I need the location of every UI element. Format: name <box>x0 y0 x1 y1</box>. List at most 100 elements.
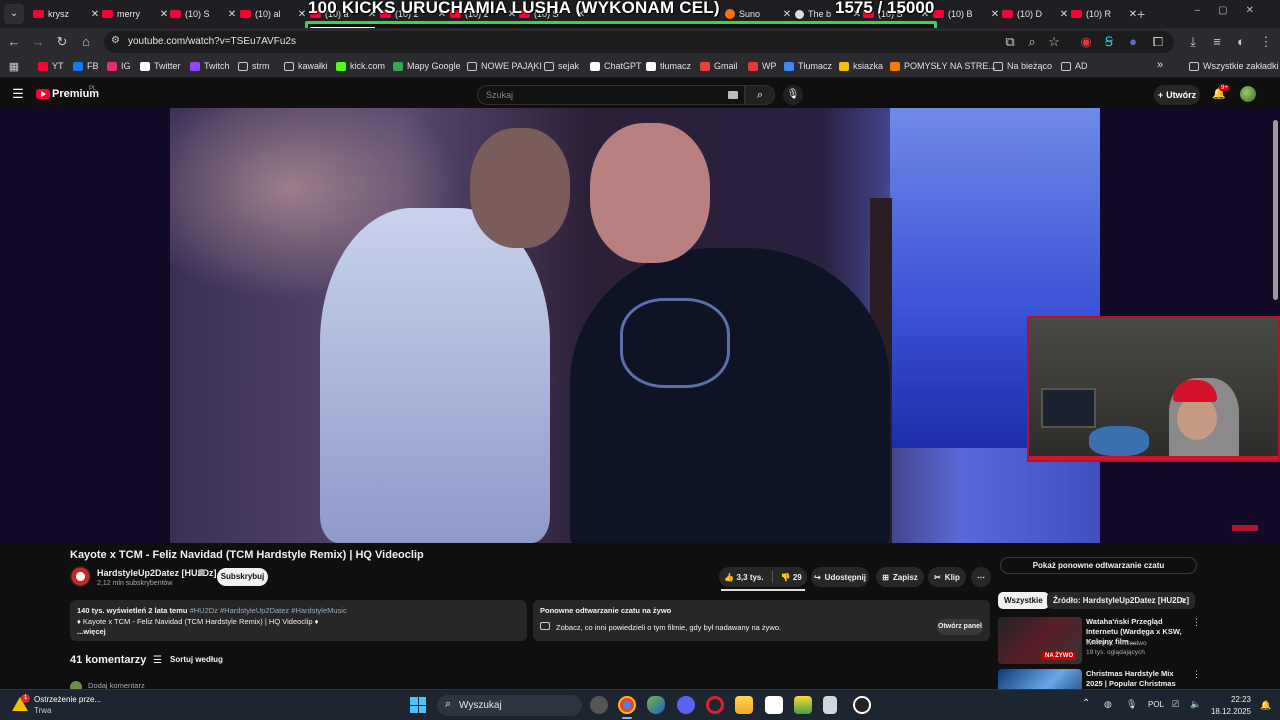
recommendation-title[interactable]: Christmas Hardstyle Mix 2025 | Popular C… <box>1086 669 1186 689</box>
recommendation-item[interactable]: Christmas Hardstyle Mix 2025 | Popular C… <box>998 669 1198 689</box>
channel-avatar[interactable] <box>70 566 91 587</box>
zoom-icon[interactable]: ⌕ <box>1024 34 1040 50</box>
back-icon[interactable]: ← <box>6 34 22 50</box>
extension-7tv-icon[interactable]: Ꞩ <box>1101 34 1117 50</box>
like-button[interactable]: 👍 3,3 tys. <box>724 573 763 582</box>
tray-overflow-icon[interactable]: ⌃ <box>1082 698 1090 709</box>
browser-tab[interactable]: merry ✕ <box>102 4 170 24</box>
show-chat-replay-button[interactable]: Pokaż ponowne odtwarzanie czatu <box>1000 557 1197 574</box>
extension-circle-icon[interactable]: ● <box>1125 34 1141 50</box>
media-player-icon[interactable] <box>853 696 871 714</box>
forward-icon[interactable]: → <box>30 34 46 50</box>
new-tab-button[interactable]: + <box>1137 6 1145 22</box>
reading-list-icon[interactable]: ≡ <box>1209 34 1225 50</box>
recommendation-item[interactable]: NA ŻYWO Wataha'ński Przegląd Internetu (… <box>998 617 1201 667</box>
bookmark-item[interactable]: NOWE PAJĄKI <box>467 61 542 71</box>
tab-search-menu-button[interactable]: ⌄ <box>4 4 24 24</box>
bookmark-item[interactable]: FB <box>73 61 99 71</box>
bookmark-item[interactable]: Na bieżąco <box>993 61 1052 71</box>
bookmark-item[interactable]: Gmail <box>700 61 738 71</box>
bookmark-item[interactable]: AD <box>1061 61 1088 71</box>
close-tab-icon[interactable]: ✕ <box>296 9 308 20</box>
bookmark-item[interactable]: Tłumacz <box>784 61 832 71</box>
sort-button[interactable]: Sortuj według <box>170 655 223 664</box>
bookmark-item[interactable]: sejak <box>544 61 579 71</box>
calculator-icon[interactable] <box>823 696 837 714</box>
youtube-logo-icon[interactable] <box>36 89 50 99</box>
clip-button[interactable]: ✂ Klip <box>928 567 966 587</box>
search-button[interactable]: ⌕ <box>745 85 775 105</box>
reload-icon[interactable]: ↻ <box>54 34 70 50</box>
bookmark-item[interactable]: ChatGPT <box>590 61 642 71</box>
notification-center-icon[interactable]: 🔔 <box>1260 700 1271 711</box>
browser-menu-icon[interactable]: ⋮ <box>1258 34 1274 50</box>
bookmark-item[interactable]: strm <box>238 61 270 71</box>
close-tab-icon[interactable]: ✕ <box>226 9 238 20</box>
apps-grid-icon[interactable]: ▦ <box>6 59 22 75</box>
recommendation-thumbnail[interactable] <box>998 669 1082 689</box>
profile-icon[interactable]: ◐ <box>1233 34 1249 50</box>
site-info-icon[interactable]: ⚙ <box>111 35 120 46</box>
chevron-right-icon[interactable]: › <box>1181 594 1185 606</box>
description-more-link[interactable]: ...więcej <box>77 627 106 636</box>
browser-tab[interactable]: (10) D ✕ <box>1002 4 1070 24</box>
recommendation-channel[interactable]: WATAHA · Królestwo <box>1086 640 1147 647</box>
bookmarks-overflow-icon[interactable]: » <box>1157 59 1163 71</box>
tray-app-icon[interactable]: ◍ <box>1104 699 1112 710</box>
bookmark-item[interactable]: WP <box>748 61 777 71</box>
hashtags[interactable]: #HU2Dz #HardstyleUp2Datez #HardstyleMusi… <box>190 606 347 615</box>
browser-tab[interactable]: (10) al ✕ <box>240 4 308 24</box>
bookmark-item[interactable]: ksiazka <box>839 61 883 71</box>
channel-watermark[interactable] <box>1232 525 1258 531</box>
taskbar-search[interactable]: ⌕ Wyszukaj <box>437 695 582 716</box>
address-bar[interactable]: ⚙ youtube.com/watch?v=TSEu7AVFu2s ⧉ ⌕ ☆ <box>104 31 1174 53</box>
recommendation-more-icon[interactable]: ⋮ <box>1192 617 1201 628</box>
sort-icon[interactable]: ☰ <box>153 655 162 666</box>
subscribe-button[interactable]: Subskrybuj <box>217 568 268 586</box>
minecraft-icon[interactable] <box>794 696 812 714</box>
extension-record-icon[interactable]: ◉ <box>1078 34 1094 50</box>
file-explorer-icon[interactable] <box>735 696 753 714</box>
opera-icon[interactable] <box>706 696 724 714</box>
bookmark-item[interactable]: POMYSŁY NA STRE... <box>890 61 996 71</box>
clock-date[interactable]: 18.12.2025 <box>1198 707 1251 716</box>
browser-tab[interactable]: krysz ✕ <box>33 4 101 24</box>
warning-title[interactable]: Ostrzeżenie prze... <box>34 695 101 704</box>
bookmark-item[interactable]: Twitter <box>140 61 181 71</box>
close-tab-icon[interactable]: ✕ <box>158 9 170 20</box>
chip-all[interactable]: Wszystkie <box>998 592 1049 609</box>
start-windows-icon[interactable] <box>410 697 426 713</box>
recommendation-more-icon[interactable]: ⋮ <box>1192 669 1198 680</box>
dislike-button[interactable]: 👎 29 <box>781 573 802 582</box>
close-tab-icon[interactable]: ✕ <box>89 9 101 20</box>
open-panel-button[interactable]: Otwórz panel <box>937 619 983 635</box>
create-button[interactable]: + Utwórz <box>1154 85 1200 105</box>
browser-tab[interactable]: (10) B ✕ <box>933 4 1001 24</box>
save-button[interactable]: ⊞ Zapisz <box>876 567 924 587</box>
browser-tab[interactable]: (10) S ✕ <box>170 4 238 24</box>
chrome-icon[interactable] <box>618 696 636 714</box>
bookmark-item[interactable]: Twitch <box>190 61 230 71</box>
video-player[interactable] <box>0 108 1280 543</box>
hamburger-menu-icon[interactable]: ☰ <box>10 86 26 102</box>
share-button[interactable]: ↪ Udostępnij <box>811 567 869 587</box>
clock-time[interactable]: 22:23 <box>1217 695 1251 704</box>
close-tab-icon[interactable]: ✕ <box>781 9 793 20</box>
browser-tab[interactable]: (10) R ✕ <box>1071 4 1139 24</box>
discord-icon[interactable] <box>677 696 695 714</box>
page-scrollbar[interactable] <box>1273 120 1278 300</box>
address-bar-url[interactable]: youtube.com/watch?v=TSEu7AVFu2s <box>128 36 296 47</box>
window-controls[interactable]: –▢✕ <box>1195 5 1272 16</box>
download-icon[interactable]: ⤓ <box>1185 34 1201 50</box>
bookmark-item[interactable]: kick.com <box>336 61 385 71</box>
obs-icon[interactable] <box>590 696 608 714</box>
bookmark-star-icon[interactable]: ☆ <box>1046 34 1062 50</box>
shield-icon[interactable] <box>647 696 665 714</box>
close-tab-icon[interactable]: ✕ <box>989 9 1001 20</box>
close-tab-icon[interactable]: ✕ <box>1058 9 1070 20</box>
capcut-icon[interactable] <box>765 696 783 714</box>
extensions-puzzle-icon[interactable]: ⧠ <box>1150 34 1166 50</box>
bookmark-item[interactable]: tłumacz <box>646 61 691 71</box>
search-input[interactable]: Szukaj <box>477 85 745 105</box>
all-bookmarks-button[interactable]: Wszystkie zakładki <box>1189 61 1279 71</box>
